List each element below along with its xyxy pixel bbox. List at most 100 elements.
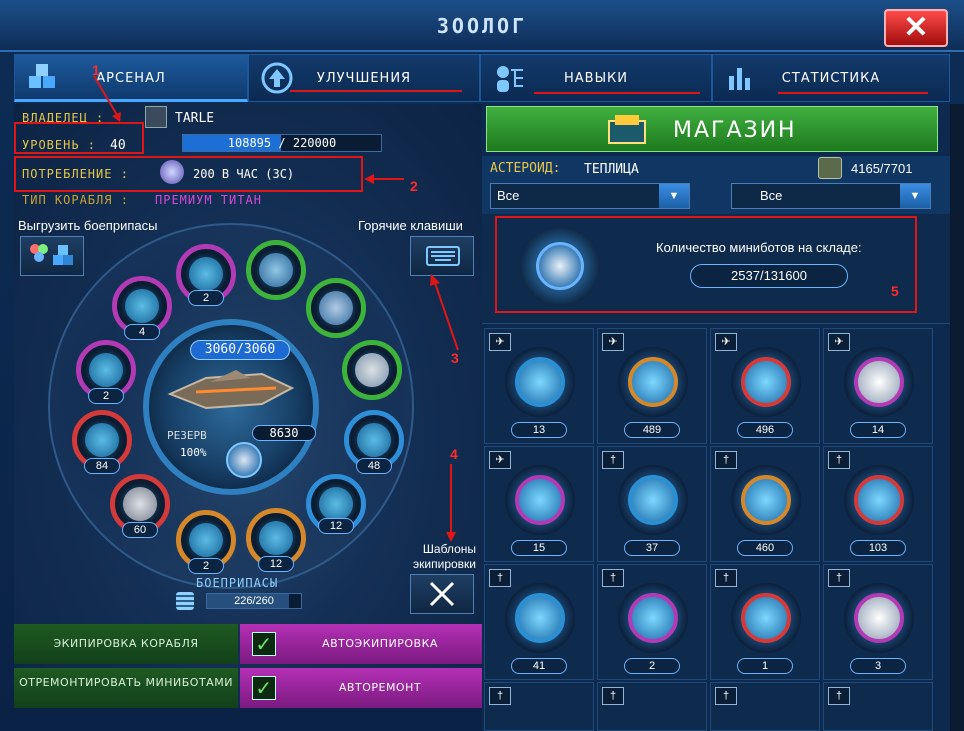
owner-name: TARLE: [175, 111, 215, 126]
hotkeys-button[interactable]: [410, 236, 474, 276]
ship-hp: 3060/3060: [190, 340, 290, 360]
scrollbar[interactable]: [950, 104, 964, 731]
tab-upgrades[interactable]: УЛУЧШЕНИЯ: [248, 54, 480, 102]
item-cell[interactable]: †: [484, 682, 594, 731]
shop-button[interactable]: МАГАЗИН: [486, 106, 938, 152]
item-count: 3: [850, 658, 906, 674]
annotation-box: [14, 122, 144, 154]
annotation-number: 5: [891, 283, 899, 299]
sword-badge-icon: †: [828, 569, 850, 587]
storage-icon: [818, 157, 842, 179]
sword-badge-icon: †: [715, 451, 737, 469]
hotkeys-label: Горячие клавиши: [358, 218, 463, 233]
filter-dropdown-left[interactable]: Все ▼: [490, 183, 690, 209]
shop-label: МАГАЗИН: [673, 118, 797, 143]
ammo-stack-icon: [176, 592, 194, 610]
filter-dropdown-right[interactable]: Все ▼: [731, 183, 931, 209]
item-cell[interactable]: ✈ 489: [597, 328, 707, 444]
item-count: 41: [511, 658, 567, 674]
unload-ammo-button[interactable]: [20, 236, 84, 276]
sword-badge-icon: †: [489, 569, 511, 587]
slot-count: 48: [356, 458, 392, 474]
item-cell[interactable]: ✈ 496: [710, 328, 820, 444]
filter-value: Все: [760, 188, 783, 203]
sword-badge-icon: †: [602, 569, 624, 587]
tab-skills[interactable]: НАВЫКИ: [480, 54, 712, 102]
close-button[interactable]: ✕: [884, 9, 948, 47]
item-cell[interactable]: † 3: [823, 564, 933, 680]
item-cell[interactable]: † 103: [823, 446, 933, 562]
item-cell[interactable]: † 1: [710, 564, 820, 680]
sword-badge-icon: †: [828, 451, 850, 469]
item-count: 103: [850, 540, 906, 556]
auto-equip-toggle[interactable]: ✓ АВТОЭКИПИРОВКА: [240, 624, 482, 664]
equipment-slot[interactable]: [246, 240, 306, 300]
item-cell[interactable]: † 37: [597, 446, 707, 562]
item-count: 496: [737, 422, 793, 438]
item-cell[interactable]: †: [597, 682, 707, 731]
equip-ship-button[interactable]: ЭКИПИРОВКА КОРАБЛЯ: [14, 624, 238, 664]
sword-badge-icon: †: [828, 687, 850, 705]
annotation-number: 4: [450, 446, 458, 462]
chevron-down-icon: ▼: [900, 184, 930, 208]
unload-icon: [30, 244, 73, 265]
rocket-badge-icon: ✈: [828, 333, 850, 351]
item-count: 15: [511, 540, 567, 556]
checkbox-checked-icon[interactable]: ✓: [252, 632, 276, 656]
item-count: 2: [624, 658, 680, 674]
filter-value: Все: [497, 188, 520, 203]
annotation-arrow: [364, 174, 404, 184]
equipment-slot[interactable]: [342, 340, 402, 400]
tab-arsenal[interactable]: АРСЕНАЛ: [14, 54, 248, 102]
xp-bar: 108895 / 220000: [182, 134, 382, 152]
item-count: 1: [737, 658, 793, 674]
item-cell[interactable]: ✈ 14: [823, 328, 933, 444]
xp-separator: /: [278, 136, 286, 150]
asteroid-name: ТЕПЛИЦА: [584, 162, 639, 177]
tab-statistics[interactable]: СТАТИСТИКА: [712, 54, 950, 102]
item-cell[interactable]: †: [823, 682, 933, 731]
annotation-underline: [290, 90, 462, 92]
repair-button[interactable]: ОТРЕМОНТИРОВАТЬ МИНИБОТАМИ: [14, 668, 238, 708]
ammo-value: 226/260: [234, 595, 274, 607]
slot-count: 2: [88, 388, 124, 404]
templates-button[interactable]: [410, 574, 474, 614]
annotation-arrow: [430, 274, 459, 351]
ship-type-label: ТИП КОРАБЛЯ :: [22, 193, 129, 207]
xp-text: 108895 / 220000: [183, 136, 381, 150]
annotation-number: 2: [410, 178, 418, 194]
item-count: 489: [624, 422, 680, 438]
item-cell[interactable]: ✈ 15: [484, 446, 594, 562]
game-window: ЗООЛОГ ✕ АРСЕНАЛ УЛУЧШЕНИЯ НАВЫКИ СТАТИС…: [0, 0, 964, 731]
auto-repair-toggle[interactable]: ✓ АВТОРЕМОНТ: [240, 668, 482, 708]
item-count: 37: [624, 540, 680, 556]
item-count: 13: [511, 422, 567, 438]
asteroid-label: АСТЕРОИД:: [490, 161, 561, 176]
rocket-badge-icon: ✈: [715, 333, 737, 351]
xp-current: 108895: [227, 136, 272, 150]
item-cell[interactable]: † 2: [597, 564, 707, 680]
item-cell[interactable]: ✈ 13: [484, 328, 594, 444]
unload-label: Выгрузить боеприпасы: [18, 218, 158, 233]
item-cell[interactable]: †: [710, 682, 820, 731]
rocket-badge-icon: ✈: [489, 451, 511, 469]
templates-label: Шаблоны экипировки: [413, 542, 476, 571]
ship-type-value: ПРЕМИУМ ТИТАН: [155, 193, 262, 207]
slot-count: 84: [84, 458, 120, 474]
tab-statistics-label: СТАТИСТИКА: [781, 71, 881, 86]
tab-upgrades-label: УЛУЧШЕНИЯ: [316, 71, 412, 86]
annotation-arrow: [446, 464, 456, 542]
annotation-box: [14, 156, 363, 192]
close-x-icon: ✕: [903, 11, 929, 44]
shop-chest-icon: [608, 115, 646, 144]
item-cell[interactable]: † 460: [710, 446, 820, 562]
equipment-slot[interactable]: [306, 278, 366, 338]
sword-badge-icon: †: [489, 687, 511, 705]
chevron-down-icon: ▼: [659, 184, 689, 208]
checkbox-checked-icon[interactable]: ✓: [252, 676, 276, 700]
item-cell[interactable]: † 41: [484, 564, 594, 680]
minibot-icon[interactable]: [226, 442, 262, 478]
rocket-badge-icon: ✈: [602, 333, 624, 351]
ammo-bar: 226/260: [206, 593, 302, 609]
tab-arsenal-label: АРСЕНАЛ: [96, 71, 166, 86]
